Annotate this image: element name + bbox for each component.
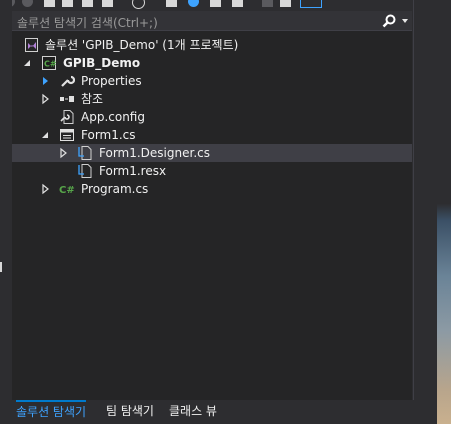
- stop-icon[interactable]: [132, 0, 145, 9]
- toolbar: [0, 0, 451, 11]
- tree-item-label: App.config: [81, 110, 145, 124]
- edge-marker: [0, 262, 2, 272]
- search-options-dropdown-icon[interactable]: [402, 19, 408, 23]
- bottom-tabs: 솔루션 탐색기 팀 탐색기 클래스 뷰: [12, 400, 412, 424]
- tree-item-label: 솔루션 'GPIB_Demo' (1개 프로젝트): [45, 38, 239, 52]
- collapsed-arrow-icon[interactable]: [58, 144, 68, 162]
- search-icon[interactable]: [382, 14, 396, 28]
- tab-class-view[interactable]: 클래스 뷰: [169, 402, 217, 422]
- csharp-project-icon: C#: [42, 56, 57, 70]
- tree-item-label: Properties: [81, 74, 142, 88]
- tree-item-label: Form1.cs: [81, 128, 136, 142]
- tree-item-form1[interactable]: Form1.cs: [12, 126, 412, 144]
- references-icon: [60, 96, 74, 102]
- save-icon[interactable]: [62, 0, 73, 7]
- tree-item-properties[interactable]: Properties: [12, 72, 412, 90]
- forward-icon[interactable]: [22, 0, 33, 7]
- svg-text:C#: C#: [44, 60, 57, 69]
- background-desktop: [437, 0, 451, 424]
- collapsed-arrow-icon[interactable]: [40, 90, 50, 108]
- search-input[interactable]: 솔루션 탐색기 검색(Ctrl+;): [17, 14, 158, 31]
- expanded-arrow-icon[interactable]: [40, 126, 50, 144]
- tree-item-label: GPIB_Demo: [63, 56, 141, 70]
- tree-item-program[interactable]: C# Program.cs: [12, 180, 412, 198]
- sync-icon[interactable]: [166, 0, 177, 7]
- search-box[interactable]: 솔루션 탐색기 검색(Ctrl+;): [12, 11, 412, 31]
- tree-item-solution[interactable]: 솔루션 'GPIB_Demo' (1개 프로젝트): [12, 36, 412, 54]
- view-code-icon[interactable]: [232, 0, 243, 7]
- tree-item-form1-designer[interactable]: Form1.Designer.cs: [12, 144, 412, 162]
- solution-explorer-panel: 솔루션 탐색기 검색(Ctrl+;) 솔루션 'GPIB_Demo' (1개 프…: [12, 11, 412, 400]
- svg-text:C#: C#: [59, 185, 75, 196]
- tree-item-form1-resx[interactable]: Form1.resx: [12, 162, 412, 180]
- refresh-icon[interactable]: [82, 0, 93, 7]
- wrench-icon: [61, 75, 75, 87]
- tree-item-label: 참조: [81, 92, 104, 106]
- show-all-icon[interactable]: [188, 0, 199, 7]
- form-icon: [60, 129, 74, 141]
- properties-toolbar-icon[interactable]: [262, 0, 273, 7]
- panel-border: [413, 0, 414, 400]
- collapsed-arrow-icon[interactable]: [40, 180, 50, 198]
- preview-toggle-icon[interactable]: [300, 0, 322, 8]
- home-icon[interactable]: [44, 0, 55, 7]
- tree-item-label: Program.cs: [81, 182, 149, 196]
- left-edge: [0, 0, 12, 424]
- code-file-icon: [78, 146, 92, 160]
- wrench-toolbar-icon[interactable]: [280, 0, 291, 7]
- solution-icon: [25, 38, 38, 52]
- pending-changes-icon[interactable]: [210, 0, 221, 7]
- collapsed-arrow-icon[interactable]: [40, 72, 50, 90]
- collapse-icon[interactable]: [102, 0, 113, 7]
- expanded-arrow-icon[interactable]: [22, 54, 32, 72]
- tab-team-explorer[interactable]: 팀 탐색기: [106, 402, 154, 422]
- csharp-file-icon: C#: [59, 185, 75, 196]
- tree-item-label: Form1.Designer.cs: [99, 146, 210, 160]
- tree-item-references[interactable]: 참조: [12, 90, 412, 108]
- tree-item-label: Form1.resx: [99, 164, 167, 178]
- tree-item-app-config[interactable]: App.config: [12, 108, 412, 126]
- tab-solution-explorer[interactable]: 솔루션 탐색기: [16, 400, 87, 422]
- tree-item-project[interactable]: C# GPIB_Demo: [12, 54, 412, 72]
- resource-file-icon: [78, 164, 92, 178]
- config-file-icon: [60, 110, 74, 124]
